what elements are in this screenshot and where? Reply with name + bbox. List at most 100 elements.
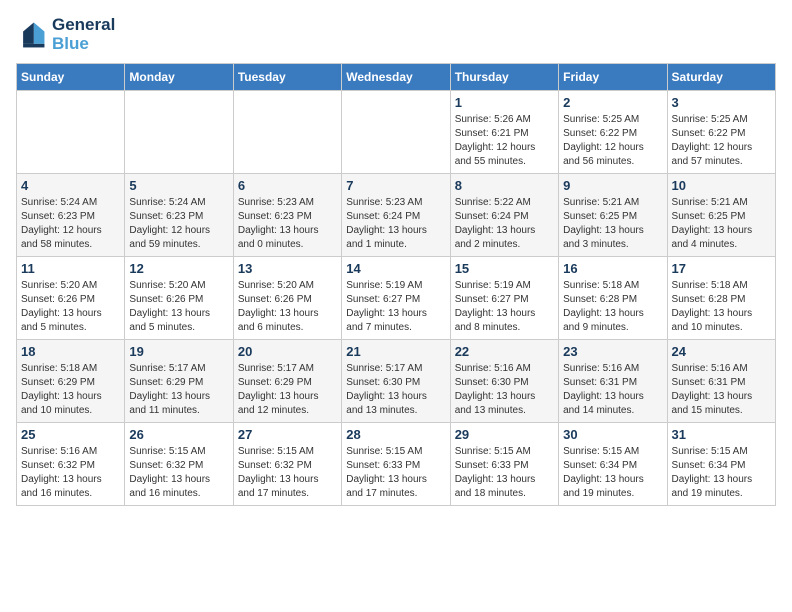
day-number: 25 (21, 427, 120, 442)
weekday-header-tuesday: Tuesday (233, 64, 341, 91)
calendar-cell: 24 Sunrise: 5:16 AMSunset: 6:31 PMDayligh… (667, 340, 775, 423)
calendar-cell: 27Sunrise: 5:15 AMSunset: 6:32 PMDayligh… (233, 423, 341, 506)
calendar-body: 1Sunrise: 5:26 AMSunset: 6:21 PMDaylight… (17, 91, 776, 506)
calendar-cell (233, 91, 341, 174)
day-number: 17 (672, 261, 771, 276)
day-number: 13 (238, 261, 337, 276)
day-number: 9 (563, 178, 662, 193)
day-number: 5 (129, 178, 228, 193)
day-number: 7 (346, 178, 445, 193)
day-number: 21 (346, 344, 445, 359)
day-info: Sunrise: 5:16 AMSunset: 6:31 PMDaylight:… (563, 362, 662, 418)
day-number: 2 (563, 95, 662, 110)
calendar-week-row: 1Sunrise: 5:26 AMSunset: 6:21 PMDaylight… (17, 91, 776, 174)
calendar-week-row: 4Sunrise: 5:24 AMSunset: 6:23 PMDaylight… (17, 174, 776, 257)
day-info: Sunrise: 5:23 AMSunset: 6:24 PMDaylight:… (346, 196, 445, 252)
calendar-cell: 6 Sunrise: 5:23 AMSunset: 6:23 PMDaylight… (233, 174, 341, 257)
calendar-cell: 17 Sunrise: 5:18 AMSunset: 6:28 PMDayligh… (667, 257, 775, 340)
day-info: Sunrise: 5:15 AMSunset: 6:32 PMDaylight:… (129, 445, 228, 501)
day-number: 31 (672, 427, 771, 442)
day-info: Sunrise: 5:19 AMSunset: 6:27 PMDaylight:… (455, 279, 554, 335)
day-number: 10 (672, 178, 771, 193)
day-info: Sunrise: 5:19 AMSunset: 6:27 PMDaylight:… (346, 279, 445, 335)
day-number: 16 (563, 261, 662, 276)
day-number: 20 (238, 344, 337, 359)
calendar-cell (342, 91, 450, 174)
day-info: Sunrise: 5:21 AMSunset: 6:25 PMDaylight:… (563, 196, 662, 252)
day-info: Sunrise: 5:25 AMSunset: 6:22 PMDaylight:… (563, 113, 662, 169)
calendar-header: SundayMondayTuesdayWednesdayThursdayFrid… (17, 64, 776, 91)
day-info: Sunrise: 5:15 AMSunset: 6:34 PMDaylight:… (672, 445, 771, 501)
calendar-cell: 14Sunrise: 5:19 AMSunset: 6:27 PMDayligh… (342, 257, 450, 340)
day-info: Sunrise: 5:20 AMSunset: 6:26 PMDaylight:… (238, 279, 337, 335)
day-number: 3 (672, 95, 771, 110)
weekday-header-friday: Friday (559, 64, 667, 91)
day-info: Sunrise: 5:25 AMSunset: 6:22 PMDaylight:… (672, 113, 771, 169)
day-number: 18 (21, 344, 120, 359)
calendar-cell: 31 Sunrise: 5:15 AMSunset: 6:34 PMDayligh… (667, 423, 775, 506)
calendar-cell: 20 Sunrise: 5:17 AMSunset: 6:29 PMDayligh… (233, 340, 341, 423)
calendar-cell: 4Sunrise: 5:24 AMSunset: 6:23 PMDaylight… (17, 174, 125, 257)
day-info: Sunrise: 5:16 AMSunset: 6:30 PMDaylight:… (455, 362, 554, 418)
day-info: Sunrise: 5:21 AMSunset: 6:25 PMDaylight:… (672, 196, 771, 252)
calendar-cell: 21 Sunrise: 5:17 AMSunset: 6:30 PMDayligh… (342, 340, 450, 423)
calendar-cell: 10 Sunrise: 5:21 AMSunset: 6:25 PMDayligh… (667, 174, 775, 257)
day-info: Sunrise: 5:18 AMSunset: 6:29 PMDaylight:… (21, 362, 120, 418)
day-info: Sunrise: 5:15 AMSunset: 6:33 PMDaylight:… (346, 445, 445, 501)
weekday-header-thursday: Thursday (450, 64, 558, 91)
weekday-header-monday: Monday (125, 64, 233, 91)
calendar-cell: 7 Sunrise: 5:23 AMSunset: 6:24 PMDaylight… (342, 174, 450, 257)
calendar-cell: 2 Sunrise: 5:25 AMSunset: 6:22 PMDaylight… (559, 91, 667, 174)
day-number: 11 (21, 261, 120, 276)
calendar-cell: 12 Sunrise: 5:20 AMSunset: 6:26 PMDayligh… (125, 257, 233, 340)
day-number: 12 (129, 261, 228, 276)
weekday-header-row: SundayMondayTuesdayWednesdayThursdayFrid… (17, 64, 776, 91)
day-info: Sunrise: 5:17 AMSunset: 6:29 PMDaylight:… (238, 362, 337, 418)
day-info: Sunrise: 5:18 AMSunset: 6:28 PMDaylight:… (563, 279, 662, 335)
calendar-week-row: 11 Sunrise: 5:20 AMSunset: 6:26 PMDayligh… (17, 257, 776, 340)
logo-text: General Blue (52, 16, 115, 53)
calendar-week-row: 25 Sunrise: 5:16 AMSunset: 6:32 PMDayligh… (17, 423, 776, 506)
day-number: 28 (346, 427, 445, 442)
day-info: Sunrise: 5:20 AMSunset: 6:26 PMDaylight:… (129, 279, 228, 335)
day-info: Sunrise: 5:23 AMSunset: 6:23 PMDaylight:… (238, 196, 337, 252)
day-info: Sunrise: 5:16 AMSunset: 6:32 PMDaylight:… (21, 445, 120, 501)
calendar-cell: 19 Sunrise: 5:17 AMSunset: 6:29 PMDayligh… (125, 340, 233, 423)
calendar-week-row: 18 Sunrise: 5:18 AMSunset: 6:29 PMDayligh… (17, 340, 776, 423)
calendar-cell: 25 Sunrise: 5:16 AMSunset: 6:32 PMDayligh… (17, 423, 125, 506)
calendar-cell: 23 Sunrise: 5:16 AMSunset: 6:31 PMDayligh… (559, 340, 667, 423)
calendar-cell: 8 Sunrise: 5:22 AMSunset: 6:24 PMDaylight… (450, 174, 558, 257)
weekday-header-sunday: Sunday (17, 64, 125, 91)
day-number: 15 (455, 261, 554, 276)
day-number: 29 (455, 427, 554, 442)
day-info: Sunrise: 5:17 AMSunset: 6:30 PMDaylight:… (346, 362, 445, 418)
calendar-cell: 15 Sunrise: 5:19 AMSunset: 6:27 PMDayligh… (450, 257, 558, 340)
day-number: 30 (563, 427, 662, 442)
weekday-header-saturday: Saturday (667, 64, 775, 91)
day-number: 23 (563, 344, 662, 359)
day-info: Sunrise: 5:15 AMSunset: 6:33 PMDaylight:… (455, 445, 554, 501)
day-number: 27 (238, 427, 337, 442)
day-number: 8 (455, 178, 554, 193)
calendar-cell: 22Sunrise: 5:16 AMSunset: 6:30 PMDayligh… (450, 340, 558, 423)
day-info: Sunrise: 5:17 AMSunset: 6:29 PMDaylight:… (129, 362, 228, 418)
calendar-cell: 30Sunrise: 5:15 AMSunset: 6:34 PMDayligh… (559, 423, 667, 506)
weekday-header-wednesday: Wednesday (342, 64, 450, 91)
calendar-cell: 13 Sunrise: 5:20 AMSunset: 6:26 PMDayligh… (233, 257, 341, 340)
day-info: Sunrise: 5:16 AMSunset: 6:31 PMDaylight:… (672, 362, 771, 418)
day-number: 6 (238, 178, 337, 193)
day-info: Sunrise: 5:18 AMSunset: 6:28 PMDaylight:… (672, 279, 771, 335)
calendar-cell: 11Sunrise: 5:20 AMSunset: 6:26 PMDayligh… (17, 257, 125, 340)
logo-icon (16, 19, 48, 51)
day-number: 19 (129, 344, 228, 359)
calendar-cell: 3 Sunrise: 5:25 AMSunset: 6:22 PMDaylight… (667, 91, 775, 174)
day-info: Sunrise: 5:24 AMSunset: 6:23 PMDaylight:… (21, 196, 120, 252)
calendar-cell: 5Sunrise: 5:24 AMSunset: 6:23 PMDaylight… (125, 174, 233, 257)
calendar-cell (125, 91, 233, 174)
day-number: 26 (129, 427, 228, 442)
calendar-table: SundayMondayTuesdayWednesdayThursdayFrid… (16, 63, 776, 506)
day-number: 24 (672, 344, 771, 359)
day-info: Sunrise: 5:22 AMSunset: 6:24 PMDaylight:… (455, 196, 554, 252)
calendar-cell: 28 Sunrise: 5:15 AMSunset: 6:33 PMDayligh… (342, 423, 450, 506)
calendar-cell: 1Sunrise: 5:26 AMSunset: 6:21 PMDaylight… (450, 91, 558, 174)
